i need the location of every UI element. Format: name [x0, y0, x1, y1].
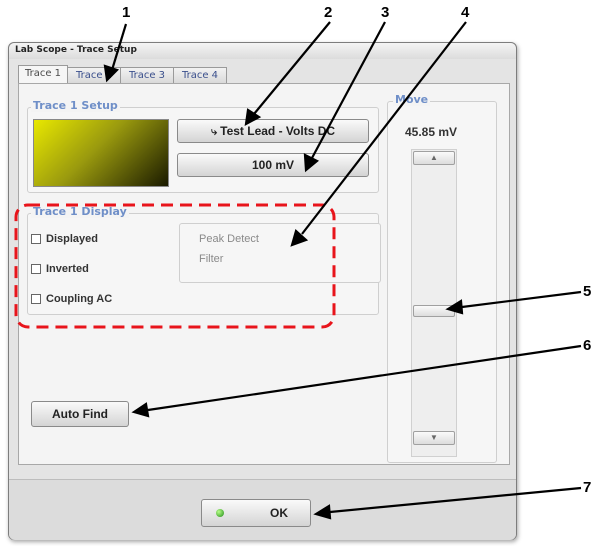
callout-3: 3	[381, 4, 390, 21]
ok-label: OK	[270, 506, 288, 520]
trace-setup-dialog: Lab Scope - Trace Setup Trace 1 Trace 2 …	[8, 42, 517, 540]
displayed-label: Displayed	[46, 233, 98, 245]
coupling-ac-label: Coupling AC	[46, 293, 113, 305]
status-led-icon	[216, 509, 224, 517]
arrow-up-icon: ▲	[430, 153, 438, 162]
move-value: 45.85 mV	[405, 125, 458, 139]
inverted-label: Inverted	[46, 263, 89, 275]
tab-trace-4[interactable]: Trace 4	[173, 67, 227, 84]
peak-detect-option[interactable]: Peak Detect	[199, 233, 259, 245]
dialog-title: Lab Scope - Trace Setup	[15, 45, 137, 55]
callout-2: 2	[324, 4, 333, 21]
test-lead-button[interactable]: ⤷ Test Lead - Volts DC	[177, 119, 369, 143]
coupling-ac-checkbox[interactable]	[31, 294, 41, 305]
inverted-checkbox-row[interactable]: Inverted	[31, 263, 89, 275]
tab-trace-3[interactable]: Trace 3	[120, 67, 174, 84]
callout-7: 7	[583, 479, 592, 496]
callout-4: 4	[461, 4, 470, 21]
callout-5: 5	[583, 283, 592, 300]
callout-6: 6	[583, 337, 592, 354]
setup-group-label: Trace 1 Setup	[31, 99, 120, 112]
arrow-down-icon: ▼	[430, 433, 438, 442]
dialog-titlebar: Lab Scope - Trace Setup	[9, 43, 516, 59]
move-group-label: Move	[393, 93, 431, 106]
tab-trace-1[interactable]: Trace 1	[18, 65, 68, 84]
slider-down-button[interactable]: ▼	[413, 431, 455, 445]
callout-1: 1	[122, 4, 131, 21]
auto-find-button[interactable]: Auto Find	[31, 401, 129, 427]
slider-thumb[interactable]	[413, 305, 455, 317]
move-slider-track[interactable]	[411, 149, 457, 457]
displayed-checkbox-row[interactable]: Displayed	[31, 233, 98, 245]
tab-trace-2[interactable]: Trace 2	[67, 67, 121, 84]
scale-button[interactable]: 100 mV	[177, 153, 369, 177]
ok-button[interactable]: OK	[201, 499, 311, 527]
displayed-checkbox[interactable]	[31, 234, 41, 245]
trace-color-swatch[interactable]	[33, 119, 169, 187]
slider-up-button[interactable]: ▲	[413, 151, 455, 165]
coupling-ac-checkbox-row[interactable]: Coupling AC	[31, 293, 112, 305]
inverted-checkbox[interactable]	[31, 264, 41, 275]
probe-icon: ⤷	[210, 126, 218, 138]
filter-option[interactable]: Filter	[199, 253, 223, 265]
test-lead-label: Test Lead - Volts DC	[220, 124, 336, 138]
display-group-label: Trace 1 Display	[31, 205, 129, 218]
